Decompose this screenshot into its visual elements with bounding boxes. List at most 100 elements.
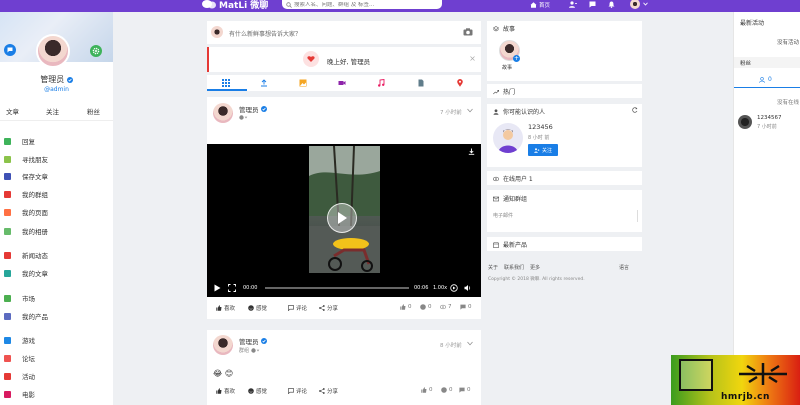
sidebar-item[interactable]: 回复 bbox=[4, 135, 35, 147]
messages-icon[interactable] bbox=[589, 1, 596, 8]
sidebar-item[interactable]: 新闻动态 bbox=[4, 249, 48, 261]
footer-link-about[interactable]: 关于 bbox=[488, 264, 498, 271]
profile-name[interactable]: 管理员 bbox=[0, 74, 113, 85]
friend-request-icon[interactable] bbox=[569, 1, 577, 8]
chevron-down-icon[interactable] bbox=[467, 108, 473, 113]
close-icon[interactable] bbox=[470, 56, 475, 61]
sidebar-item[interactable]: 我的文章 bbox=[4, 267, 48, 279]
chat-user-name[interactable]: 1234567 bbox=[757, 115, 782, 121]
home-link[interactable]: 首页 bbox=[530, 0, 550, 9]
followers-tab[interactable]: 0 bbox=[759, 76, 772, 83]
post-subtitle[interactable]: 群组 bbox=[239, 347, 260, 354]
user-icon bbox=[493, 108, 499, 115]
search-input[interactable] bbox=[294, 1, 434, 8]
like-button[interactable]: 喜欢 bbox=[216, 304, 235, 312]
video-progress-bar[interactable] bbox=[265, 287, 409, 289]
rewind-icon[interactable] bbox=[450, 284, 458, 292]
playback-speed[interactable]: 1.00x bbox=[433, 285, 447, 291]
eye-icon bbox=[440, 304, 446, 310]
stat-articles[interactable]: 文章 bbox=[6, 106, 19, 116]
suggested-user-avatar[interactable] bbox=[493, 123, 523, 153]
share-label: 分享 bbox=[327, 389, 339, 395]
stat-followers[interactable]: 粉丝 bbox=[87, 106, 100, 116]
verified-badge-icon bbox=[260, 338, 267, 344]
fullscreen-icon[interactable] bbox=[228, 284, 236, 292]
trending-title[interactable]: 热门 bbox=[493, 87, 515, 96]
profile-handle[interactable]: @admin bbox=[0, 86, 113, 93]
settings-button[interactable] bbox=[90, 45, 102, 57]
photo-icon[interactable] bbox=[299, 79, 307, 87]
notifications-bell-icon[interactable] bbox=[608, 1, 615, 8]
comment-button[interactable]: 评论 bbox=[288, 387, 307, 395]
info-icon bbox=[420, 304, 426, 310]
add-story-plus-icon[interactable]: + bbox=[513, 55, 520, 62]
upload-icon[interactable] bbox=[260, 79, 268, 87]
post-time[interactable]: 7 小时前 bbox=[440, 108, 462, 116]
sidebar-item[interactable]: 寻找朋友 bbox=[4, 153, 48, 165]
layers-icon bbox=[493, 25, 499, 31]
comment-icon bbox=[459, 387, 465, 393]
post-avatar[interactable] bbox=[213, 103, 233, 123]
post-author[interactable]: 管理员 bbox=[239, 104, 267, 114]
post-avatar[interactable] bbox=[213, 335, 233, 355]
profile-avatar[interactable] bbox=[36, 34, 70, 68]
composer-input[interactable]: 有什么新鲜事想告诉大家？ bbox=[229, 29, 301, 38]
play-overlay-button[interactable] bbox=[327, 203, 357, 233]
search-box[interactable] bbox=[282, 0, 442, 9]
chat-user-avatar[interactable] bbox=[738, 115, 752, 129]
play-icon bbox=[338, 212, 347, 224]
refresh-icon[interactable] bbox=[632, 107, 638, 113]
footer-link-contact[interactable]: 联系我们 bbox=[504, 264, 524, 271]
suggestions-title: 你可能认识的人 bbox=[493, 107, 545, 116]
eye-icon bbox=[493, 176, 499, 181]
sidebar-item[interactable]: 市场 bbox=[4, 292, 35, 304]
watermark-glyph bbox=[739, 363, 787, 385]
camera-icon[interactable] bbox=[463, 28, 473, 36]
file-icon[interactable] bbox=[417, 79, 425, 87]
sidebar-item[interactable]: 保存文章 bbox=[4, 170, 48, 182]
shop-icon bbox=[493, 241, 499, 248]
share-button[interactable]: 分享 bbox=[319, 387, 338, 395]
chat-button[interactable] bbox=[4, 44, 16, 56]
react-button[interactable]: 感觉 bbox=[248, 387, 267, 395]
sidebar-item[interactable]: 活动 bbox=[4, 370, 35, 382]
sidebar-item[interactable]: 我的产品 bbox=[4, 310, 48, 322]
sidebar-item[interactable]: 我的相册 bbox=[4, 225, 48, 237]
download-icon[interactable] bbox=[468, 148, 475, 155]
footer-link-more[interactable]: 更多 bbox=[530, 264, 540, 271]
play-icon[interactable] bbox=[214, 284, 221, 292]
products-title[interactable]: 最新产品 bbox=[493, 240, 527, 249]
online-empty-text: 没有在线 bbox=[777, 100, 800, 106]
grid-icon[interactable] bbox=[222, 79, 230, 87]
sidebar-item-label: 市场 bbox=[22, 295, 35, 303]
sidebar-item[interactable]: 我的群组 bbox=[4, 188, 48, 200]
video-icon[interactable] bbox=[338, 79, 346, 87]
share-button[interactable]: 分享 bbox=[319, 304, 338, 312]
like-button[interactable]: 喜欢 bbox=[216, 387, 235, 395]
chevron-down-icon[interactable] bbox=[467, 341, 473, 346]
share-icon bbox=[319, 305, 325, 311]
follow-button[interactable]: 关注 bbox=[528, 144, 558, 156]
post-time[interactable]: 8 小时前 bbox=[440, 341, 462, 349]
comment-count-value: 0 bbox=[428, 304, 432, 310]
suggested-user-name[interactable]: 123456 bbox=[528, 123, 553, 131]
react-button[interactable]: 感觉 bbox=[248, 304, 267, 312]
verified-badge-icon bbox=[260, 106, 267, 112]
brand-logo[interactable]: MatLi 微聊 bbox=[202, 0, 268, 11]
music-icon[interactable] bbox=[377, 79, 385, 87]
stat-following[interactable]: 关注 bbox=[46, 106, 59, 116]
post-author[interactable]: 管理员 bbox=[239, 336, 267, 346]
online-users-title[interactable]: 在线用户 1 bbox=[493, 174, 533, 183]
sidebar-item[interactable]: 电影 bbox=[4, 388, 35, 400]
globe-privacy-icon[interactable] bbox=[239, 115, 248, 120]
groups-email-input[interactable]: 电子邮件 bbox=[493, 210, 638, 222]
location-icon[interactable] bbox=[456, 79, 464, 87]
volume-icon[interactable] bbox=[464, 284, 472, 292]
language-selector[interactable]: 语言 bbox=[619, 264, 629, 271]
comment-button[interactable]: 评论 bbox=[288, 304, 307, 312]
info-icon bbox=[441, 387, 447, 393]
chevron-down-icon[interactable] bbox=[643, 2, 648, 6]
sidebar-item[interactable]: 论坛 bbox=[4, 352, 35, 364]
sidebar-item[interactable]: 游戏 bbox=[4, 334, 35, 346]
sidebar-item[interactable]: 我的页面 bbox=[4, 206, 48, 218]
